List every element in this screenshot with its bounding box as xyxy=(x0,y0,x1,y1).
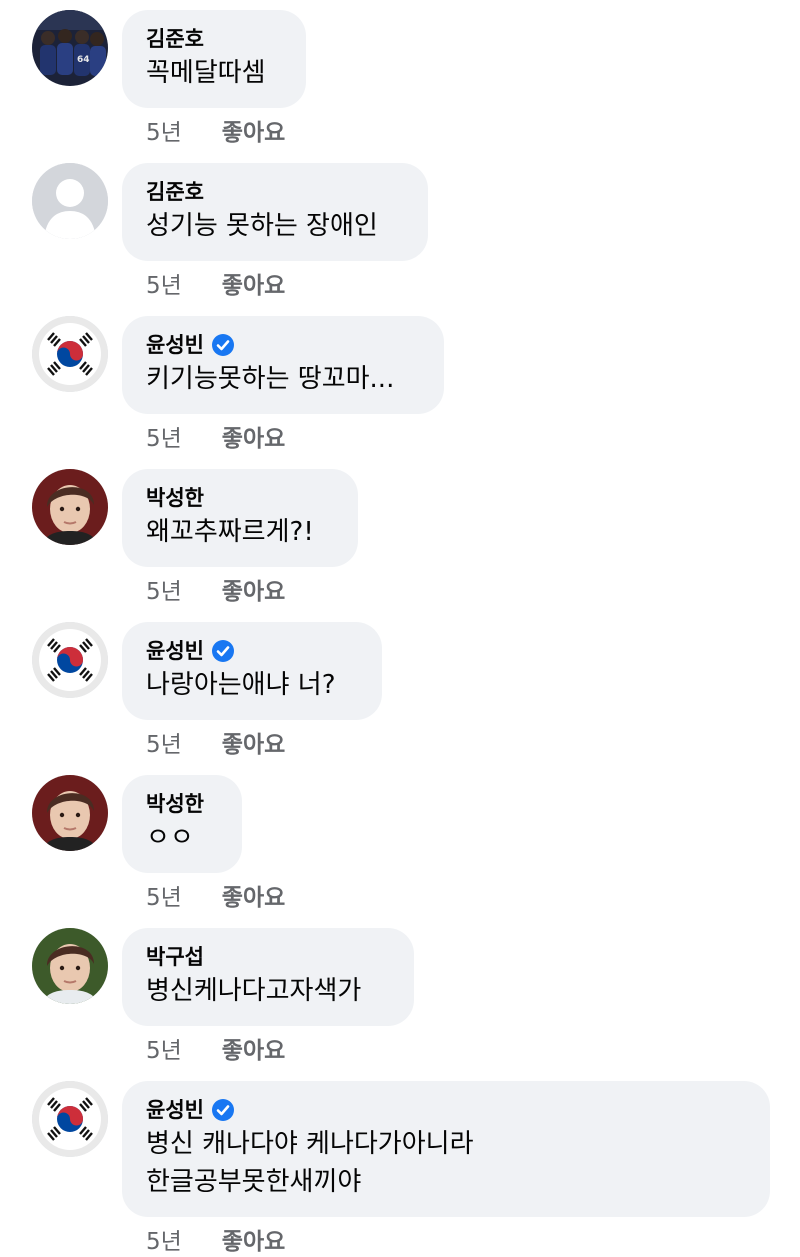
korean-flag-avatar[interactable] xyxy=(32,1081,108,1157)
like-button[interactable]: 좋아요 xyxy=(222,730,285,760)
comment-bubble: 박구섭병신케나다고자색가 xyxy=(122,928,414,1026)
korean-flag-avatar[interactable] xyxy=(32,622,108,698)
comment-meta: 5년 좋아요 xyxy=(146,271,285,301)
svg-text:64: 64 xyxy=(77,55,90,65)
comment-text: 한글공부못한새끼야 xyxy=(146,1167,362,1197)
korean-flag-avatar[interactable] xyxy=(32,316,108,392)
commenter-name[interactable]: 김준호 xyxy=(146,177,404,207)
comment-meta: 5년 좋아요 xyxy=(146,118,285,148)
commenter-name[interactable]: 윤성빈 xyxy=(146,636,358,666)
commenter-name[interactable]: 박구섭 xyxy=(146,942,390,972)
like-button[interactable]: 좋아요 xyxy=(222,1227,285,1257)
comment-meta: 5년 좋아요 xyxy=(146,1227,285,1257)
comment-bubble: 윤성빈병신 캐나다야 케나다가아니라한글공부못한새끼야 xyxy=(122,1081,770,1217)
like-button[interactable]: 좋아요 xyxy=(222,424,285,454)
commenter-name-text[interactable]: 김준호 xyxy=(146,24,204,54)
comment-timestamp[interactable]: 5년 xyxy=(146,730,182,760)
comment-timestamp[interactable]: 5년 xyxy=(146,883,182,913)
comment-timestamp[interactable]: 5년 xyxy=(146,1227,182,1257)
comment-meta: 5년 좋아요 xyxy=(146,424,285,454)
comment-timestamp[interactable]: 5년 xyxy=(146,271,182,301)
comment-meta: 5년 좋아요 xyxy=(146,577,285,607)
comment-bubble: 김준호성기능 못하는 장애인 xyxy=(122,163,428,261)
comment-bubble: 박성한 ㅇㅇ xyxy=(122,775,242,873)
comment-bubble: 박성한왜꼬추짜르게?! xyxy=(122,469,358,567)
comment-meta: 5년 좋아요 xyxy=(146,730,285,760)
user-photo-avatar[interactable] xyxy=(32,775,108,851)
commenter-name[interactable]: 윤성빈 xyxy=(146,330,420,360)
commenter-name[interactable]: 박성한 xyxy=(146,789,218,819)
comment-text: 왜꼬추짜르게?! xyxy=(146,517,314,547)
comment-text: 키기능못하는 땅꼬마... xyxy=(146,364,395,394)
commenter-name-text[interactable]: 김준호 xyxy=(146,177,204,207)
commenter-name-text[interactable]: 윤성빈 xyxy=(146,636,204,666)
like-button[interactable]: 좋아요 xyxy=(222,1036,285,1066)
like-button[interactable]: 좋아요 xyxy=(222,577,285,607)
comment-bubble: 김준호꼭메달따셈 xyxy=(122,10,306,108)
default-silhouette-avatar[interactable] xyxy=(32,163,108,239)
verified-badge-icon xyxy=(211,1099,234,1121)
commenter-name-text[interactable]: 윤성빈 xyxy=(146,330,204,360)
comment-timestamp[interactable]: 5년 xyxy=(146,1036,182,1066)
commenter-name-text[interactable]: 박성한 xyxy=(146,483,204,513)
commenter-name-text[interactable]: 박구섭 xyxy=(146,942,204,972)
commenter-name-text[interactable]: 박성한 xyxy=(146,789,204,819)
comment-timestamp[interactable]: 5년 xyxy=(146,424,182,454)
comment-bubble: 윤성빈키기능못하는 땅꼬마... xyxy=(122,316,444,414)
commenter-name[interactable]: 박성한 xyxy=(146,483,334,513)
team-photo-avatar[interactable]: 64 xyxy=(32,10,108,86)
commenter-name[interactable]: 김준호 xyxy=(146,24,282,54)
like-button[interactable]: 좋아요 xyxy=(222,271,285,301)
comment-text: 꼭메달따셈 xyxy=(146,58,266,88)
commenter-name[interactable]: 윤성빈 xyxy=(146,1095,746,1125)
comment-text: 성기능 못하는 장애인 xyxy=(146,211,378,241)
comment-text: 나랑아는애냐 너? xyxy=(146,670,336,700)
comment-meta: 5년 좋아요 xyxy=(146,1036,285,1066)
verified-badge-icon xyxy=(211,334,234,356)
comment-text: 병신 캐나다야 케나다가아니라 xyxy=(146,1129,474,1159)
like-button[interactable]: 좋아요 xyxy=(222,883,285,913)
verified-badge-icon xyxy=(211,640,234,662)
commenter-name-text[interactable]: 윤성빈 xyxy=(146,1095,204,1125)
comment-timestamp[interactable]: 5년 xyxy=(146,118,182,148)
comment-meta: 5년 좋아요 xyxy=(146,883,285,913)
user-photo-avatar[interactable] xyxy=(32,469,108,545)
comment-text: 병신케나다고자색가 xyxy=(146,976,362,1006)
comment-timestamp[interactable]: 5년 xyxy=(146,577,182,607)
like-button[interactable]: 좋아요 xyxy=(222,118,285,148)
comment-text: ㅇㅇ xyxy=(146,823,194,853)
comment-bubble: 윤성빈나랑아는애냐 너? xyxy=(122,622,382,720)
user-photo-avatar[interactable] xyxy=(32,928,108,1004)
